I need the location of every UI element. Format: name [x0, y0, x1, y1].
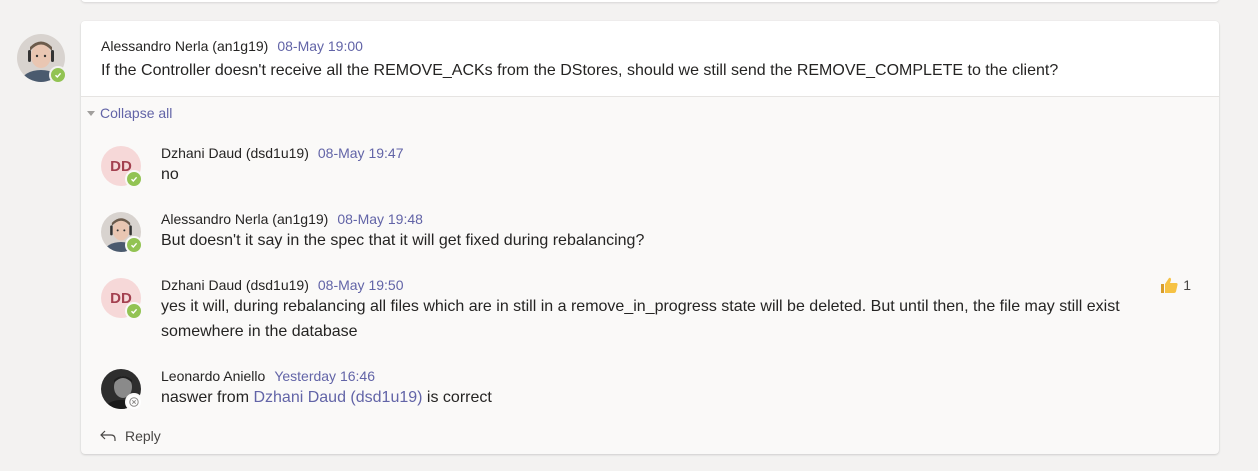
- root-message[interactable]: Alessandro Nerla (an1g19) 08-May 19:00 If…: [81, 21, 1219, 97]
- message-header: Alessandro Nerla (an1g19) 08-May 19:00: [101, 37, 363, 55]
- reply-label: Reply: [125, 428, 161, 444]
- timestamp[interactable]: 08-May 19:00: [277, 38, 363, 54]
- presence-available-badge: [125, 236, 143, 254]
- check-icon: [131, 176, 138, 183]
- presence-offline-badge: [125, 393, 143, 411]
- reply-message[interactable]: Leonardo Aniello Yesterday 16:46 naswer f…: [101, 367, 1201, 417]
- author-name[interactable]: Alessandro Nerla (an1g19): [161, 211, 328, 227]
- message-body: no: [161, 166, 179, 183]
- presence-available-badge: [125, 170, 143, 188]
- timestamp[interactable]: 08-May 19:47: [318, 145, 404, 161]
- timestamp[interactable]: 08-May 19:48: [337, 211, 423, 227]
- author-name[interactable]: Leonardo Aniello: [161, 368, 265, 384]
- like-reaction[interactable]: 1: [1159, 276, 1191, 294]
- collapse-all-button[interactable]: Collapse all: [87, 105, 172, 121]
- author-name[interactable]: Dzhani Daud (dsd1u19): [161, 145, 309, 161]
- message-body: But doesn't it say in the spec that it w…: [161, 232, 645, 249]
- message-body: naswer from Dzhani Daud (dsd1u19) is cor…: [161, 385, 1181, 410]
- presence-available-badge: [49, 66, 67, 84]
- thumbs-up-icon: [1161, 277, 1178, 293]
- reply-arrow-icon: [100, 430, 116, 441]
- timestamp[interactable]: 08-May 19:50: [318, 277, 404, 293]
- message-body: If the Controller doesn't receive all th…: [101, 62, 1059, 79]
- reply-message[interactable]: DD Dzhani Daud (dsd1u19) 08-May 19:47 no: [101, 144, 1201, 194]
- away-x-icon: [129, 397, 139, 407]
- previous-post-card-edge: [81, 0, 1219, 2]
- check-icon: [131, 308, 138, 315]
- check-icon: [55, 72, 62, 79]
- message-header: Dzhani Daud (dsd1u19) 08-May 19:47: [161, 144, 403, 162]
- avatar-alessandro-root[interactable]: [17, 34, 67, 84]
- message-header: Leonardo Aniello Yesterday 16:46: [161, 367, 375, 385]
- presence-available-badge: [125, 302, 143, 320]
- message-text: is correct: [422, 389, 492, 406]
- reply-message[interactable]: DD Dzhani Daud (dsd1u19) 08-May 19:50 1 y…: [101, 276, 1201, 352]
- collapse-triangle-icon: [87, 110, 95, 116]
- avatar-dzhani[interactable]: DD: [101, 278, 143, 320]
- message-header: Alessandro Nerla (an1g19) 08-May 19:48: [161, 210, 423, 228]
- reply-button[interactable]: Reply: [99, 428, 161, 444]
- message-text: naswer from: [161, 389, 254, 406]
- author-name[interactable]: Alessandro Nerla (an1g19): [101, 38, 268, 54]
- message-header: Dzhani Daud (dsd1u19) 08-May 19:50: [161, 276, 403, 294]
- conversation-thread: Alessandro Nerla (an1g19) 08-May 19:00 If…: [81, 21, 1219, 454]
- author-name[interactable]: Dzhani Daud (dsd1u19): [161, 277, 309, 293]
- message-body: yes it will, during rebalancing all file…: [161, 298, 1120, 340]
- avatar-alessandro[interactable]: [101, 212, 143, 254]
- user-mention[interactable]: Dzhani Daud (dsd1u19): [253, 389, 422, 406]
- avatar-dzhani[interactable]: DD: [101, 146, 143, 188]
- reaction-count: 1: [1183, 277, 1191, 293]
- check-icon: [131, 242, 138, 249]
- avatar-leonardo[interactable]: [101, 369, 143, 411]
- collapse-all-label: Collapse all: [100, 105, 173, 121]
- reply-message[interactable]: Alessandro Nerla (an1g19) 08-May 19:48 Bu…: [101, 210, 1201, 260]
- timestamp[interactable]: Yesterday 16:46: [274, 368, 375, 384]
